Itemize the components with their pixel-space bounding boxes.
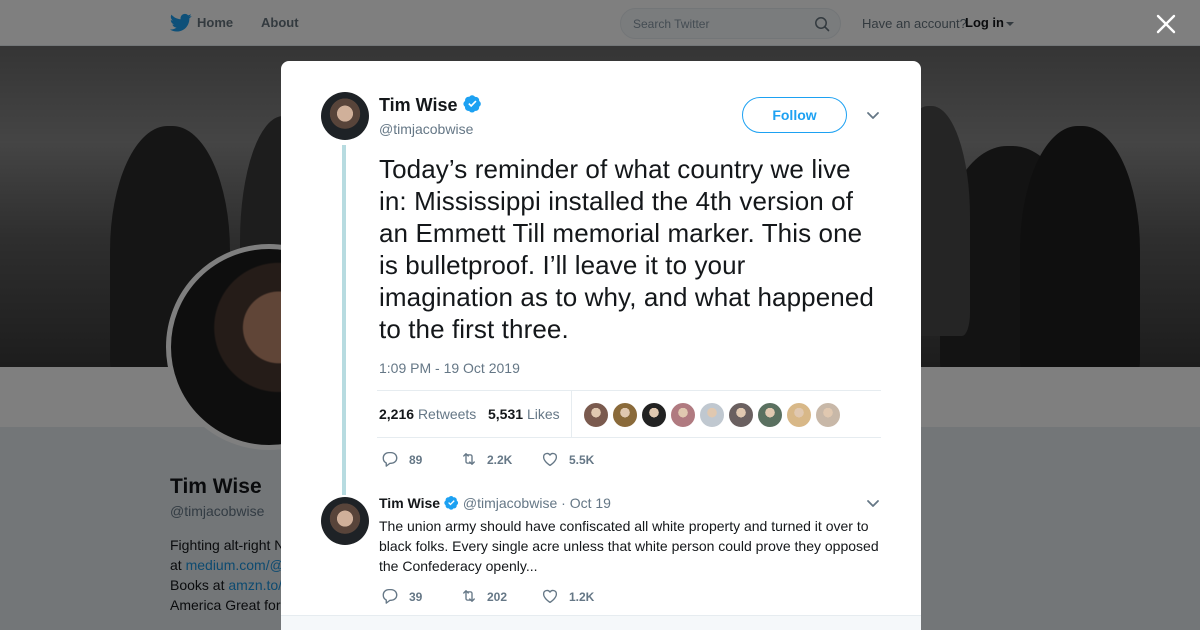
author-name[interactable]: Tim Wise — [379, 94, 482, 116]
retweets-count[interactable]: 2,216 — [379, 406, 414, 422]
liker-avatar[interactable] — [699, 402, 725, 428]
tweet-timestamp[interactable]: 1:09 PM - 19 Oct 2019 — [379, 360, 520, 376]
tweet-text: Today’s reminder of what country we live… — [379, 154, 874, 344]
like-icon[interactable] — [541, 587, 559, 605]
stats-divider — [571, 391, 572, 437]
reply-count[interactable]: 89 — [409, 453, 422, 467]
author-name-text[interactable]: Tim Wise — [379, 95, 458, 115]
retweets-label[interactable]: Retweets — [418, 406, 476, 422]
reply-icon[interactable] — [381, 450, 399, 468]
verified-badge-icon — [444, 495, 459, 510]
tweet-stats-bar: 2,216 Retweets 5,531 Likes — [377, 390, 881, 438]
retweets-stat[interactable]: 2,216 Retweets — [379, 406, 476, 422]
author-handle[interactable]: @timjacobwise — [379, 121, 473, 137]
liker-avatar[interactable] — [612, 402, 638, 428]
retweet-count[interactable]: 202 — [487, 590, 507, 604]
liker-avatar[interactable] — [786, 402, 812, 428]
like-icon[interactable] — [541, 450, 559, 468]
reply-separator: · — [561, 495, 566, 511]
reply-header: Tim Wise @timjacobwise · Oct 19 — [379, 495, 611, 511]
tweet-modal: Tim Wise @timjacobwise Follow Today’s re… — [281, 61, 921, 630]
liker-avatar[interactable] — [641, 402, 667, 428]
retweet-icon[interactable] — [459, 450, 479, 468]
likes-count[interactable]: 5,531 — [488, 406, 523, 422]
reply-author-avatar[interactable] — [321, 497, 369, 545]
chevron-down-icon[interactable] — [866, 111, 880, 121]
modal-footer — [281, 615, 921, 630]
liker-avatar[interactable] — [815, 402, 841, 428]
retweet-icon[interactable] — [459, 587, 479, 605]
liker-avatar[interactable] — [670, 402, 696, 428]
like-count[interactable]: 1.2K — [569, 590, 594, 604]
follow-button[interactable]: Follow — [742, 97, 847, 133]
reply-text: The union army should have confiscated a… — [379, 518, 879, 574]
liker-avatar[interactable] — [728, 402, 754, 428]
close-icon[interactable] — [1155, 13, 1177, 35]
reply-count[interactable]: 39 — [409, 590, 422, 604]
reply-author-handle[interactable]: @timjacobwise — [463, 495, 557, 511]
liker-avatar[interactable] — [583, 402, 609, 428]
reply-date[interactable]: Oct 19 — [570, 495, 611, 511]
retweet-count[interactable]: 2.2K — [487, 453, 512, 467]
verified-badge-icon — [462, 95, 481, 113]
liker-avatar[interactable] — [757, 402, 783, 428]
likes-label[interactable]: Likes — [527, 406, 560, 422]
reply-icon[interactable] — [381, 587, 399, 605]
thread-connector-line — [342, 145, 346, 495]
author-avatar[interactable] — [321, 92, 369, 140]
chevron-down-icon[interactable] — [866, 499, 880, 509]
reply-author-name[interactable]: Tim Wise — [379, 495, 440, 511]
likes-stat[interactable]: 5,531 Likes — [488, 406, 560, 422]
like-count[interactable]: 5.5K — [569, 453, 594, 467]
